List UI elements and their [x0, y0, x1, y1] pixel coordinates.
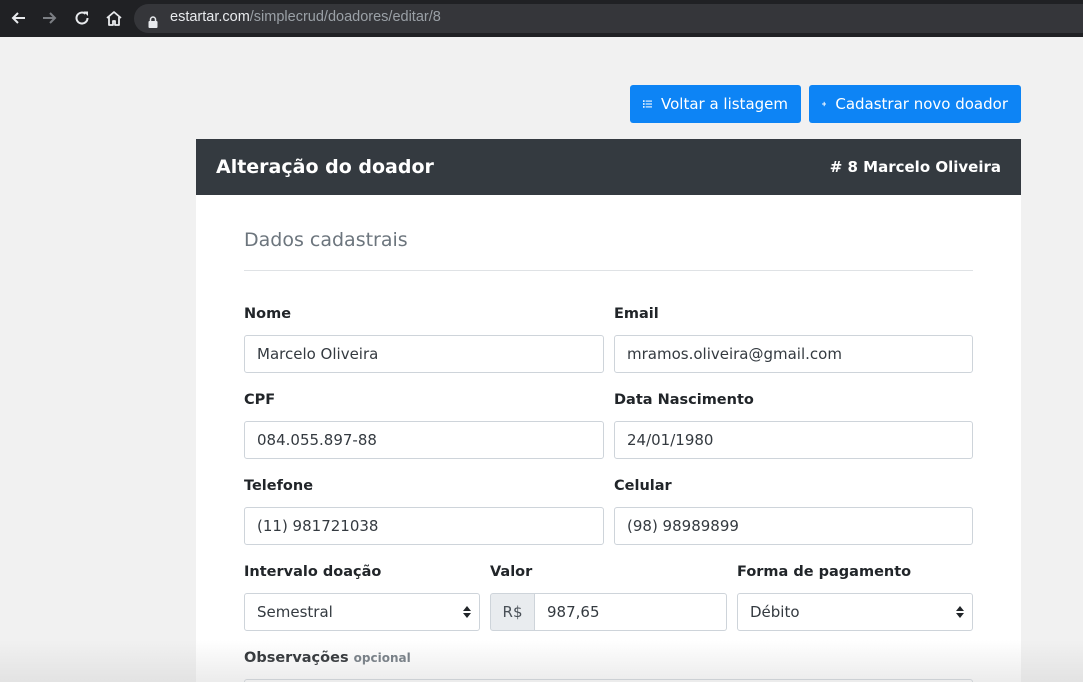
- observacoes-label: Observações opcional: [244, 650, 411, 666]
- nome-input[interactable]: Marcelo Oliveira: [244, 335, 604, 373]
- home-icon[interactable]: [103, 8, 125, 28]
- card-title: Alteração do doador: [216, 156, 434, 178]
- back-to-list-button[interactable]: Voltar a listagem: [630, 85, 801, 123]
- url-host: estartar.com: [170, 9, 250, 25]
- record-id: # 8 Marcelo Oliveira: [829, 158, 1001, 176]
- reload-icon[interactable]: [71, 8, 93, 28]
- url-text: estartar.com/simplecrud/doadores/editar/…: [170, 9, 441, 25]
- lock-icon: [148, 13, 158, 32]
- valor-label: Valor: [490, 564, 533, 580]
- back-to-list-label: Voltar a listagem: [661, 95, 788, 113]
- email-input[interactable]: mramos.oliveira@gmail.com: [614, 335, 973, 373]
- payment-value: Débito: [750, 603, 800, 621]
- list-icon: [643, 100, 652, 108]
- celular-label: Celular: [614, 478, 672, 494]
- card-header: Alteração do doador # 8 Marcelo Oliveira: [196, 139, 1021, 195]
- telefone-label: Telefone: [244, 478, 314, 494]
- section-title: Dados cadastrais: [244, 229, 408, 251]
- interval-select[interactable]: Semestral: [244, 593, 480, 631]
- payment-select[interactable]: Débito: [737, 593, 973, 631]
- valor-input-group: R$ 987,65: [490, 593, 727, 631]
- back-arrow-icon[interactable]: [7, 8, 29, 28]
- plus-icon: [822, 101, 827, 107]
- select-arrows-icon: [956, 606, 964, 618]
- url-path: /simplecrud/doadores/editar/8: [249, 9, 441, 25]
- forward-arrow-icon[interactable]: [39, 8, 61, 28]
- celular-input[interactable]: (98) 98989899: [614, 507, 973, 545]
- birthdate-input[interactable]: 24/01/1980: [614, 421, 973, 459]
- payment-label: Forma de pagamento: [737, 564, 912, 580]
- cpf-input[interactable]: 084.055.897-88: [244, 421, 604, 459]
- telefone-input[interactable]: (11) 981721038: [244, 507, 604, 545]
- new-donor-label: Cadastrar novo doador: [835, 95, 1008, 113]
- interval-label: Intervalo doação: [244, 564, 382, 580]
- new-donor-button[interactable]: Cadastrar novo doador: [809, 85, 1021, 123]
- select-arrows-icon: [463, 606, 471, 618]
- birthdate-label: Data Nascimento: [614, 392, 754, 408]
- email-label: Email: [614, 306, 659, 322]
- donor-edit-card: Alteração do doador # 8 Marcelo Oliveira…: [196, 139, 1021, 682]
- optional-hint: opcional: [353, 651, 411, 665]
- currency-prefix: R$: [490, 593, 535, 631]
- interval-value: Semestral: [257, 603, 333, 621]
- browser-toolbar: estartar.com/simplecrud/doadores/editar/…: [0, 0, 1083, 37]
- cpf-label: CPF: [244, 392, 276, 408]
- section-divider: [244, 270, 973, 271]
- valor-input[interactable]: 987,65: [535, 593, 727, 631]
- address-bar[interactable]: estartar.com/simplecrud/doadores/editar/…: [134, 4, 1083, 33]
- nome-label: Nome: [244, 306, 292, 322]
- observacoes-label-text: Observações: [244, 650, 349, 666]
